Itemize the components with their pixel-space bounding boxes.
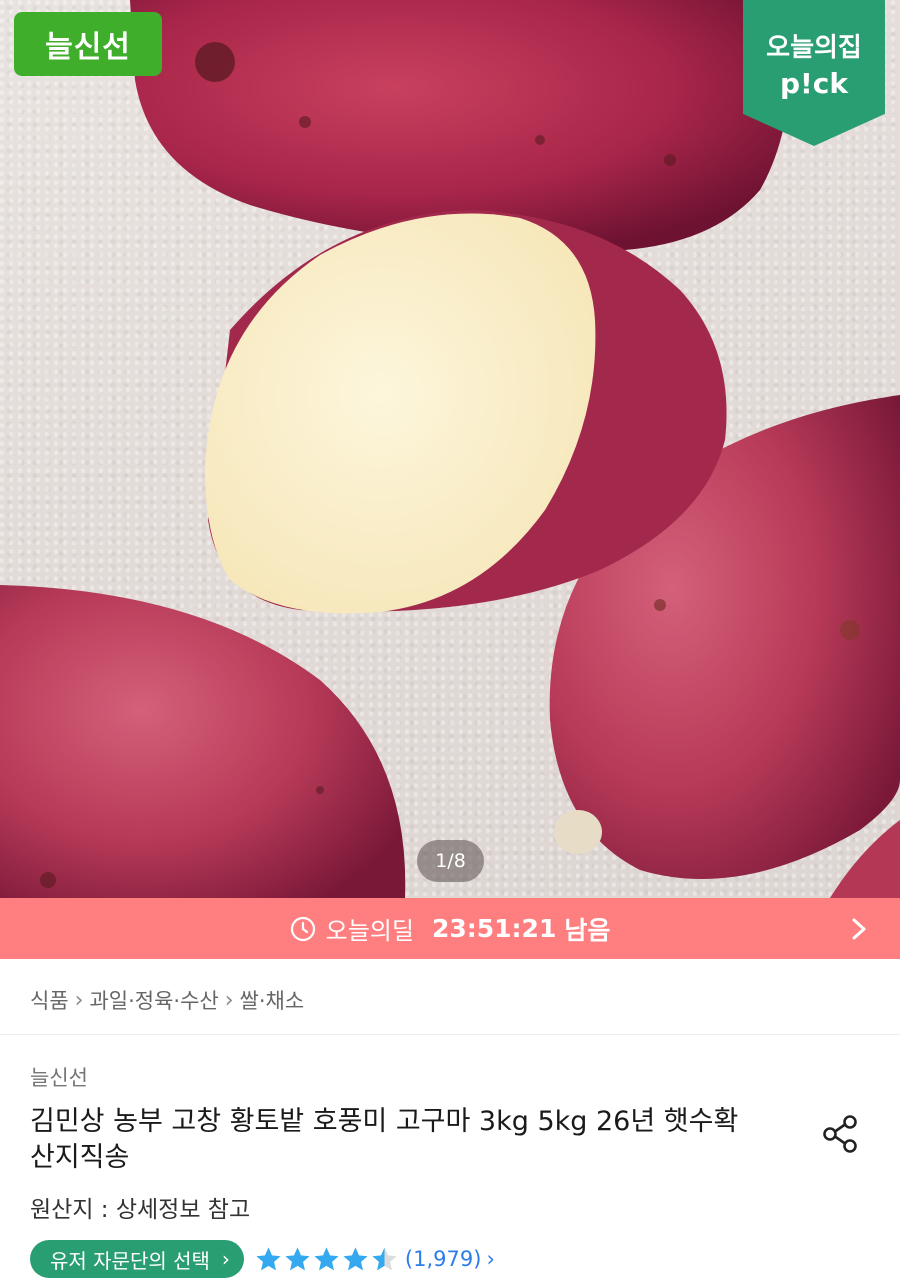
chevron-right-icon: › <box>221 1247 230 1271</box>
breadcrumb-separator-icon: › <box>224 987 234 1013</box>
pick-badge-line1: 오늘의집 <box>766 33 862 63</box>
origin-info: 원산지 : 상세정보 참고 <box>30 1197 251 1223</box>
star-rating[interactable] <box>254 1245 399 1274</box>
breadcrumb-item-food[interactable]: 식품 <box>30 985 69 1015</box>
section-divider <box>0 1034 900 1035</box>
breadcrumb-item-rice-vegetables[interactable]: 쌀·채소 <box>240 985 305 1015</box>
star-full-icon <box>256 1246 281 1270</box>
brand-badge: 늘신선 <box>14 12 162 76</box>
chevron-right-icon <box>852 918 866 940</box>
breadcrumb-item-fruit-meat-seafood[interactable]: 과일·정육·수산 <box>89 985 218 1015</box>
image-page-counter: 1/8 <box>417 840 484 882</box>
pick-badge-line2: p!ck <box>779 67 849 100</box>
star-half-icon <box>372 1246 397 1270</box>
rating-row: 유저 자문단의 선택 › (1,979) › <box>30 1240 495 1278</box>
sweet-potato-photo <box>0 0 900 898</box>
page-counter-text: 1/8 <box>435 850 466 872</box>
review-count[interactable]: (1,979) <box>405 1247 482 1271</box>
deal-countdown: 23:51:21 <box>431 914 557 943</box>
brand-name[interactable]: 늘신선 <box>30 1062 88 1092</box>
star-full-icon <box>343 1246 368 1270</box>
clock-icon <box>290 916 315 941</box>
chevron-right-icon[interactable]: › <box>486 1247 494 1271</box>
brand-badge-label: 늘신선 <box>45 30 131 65</box>
product-image-carousel[interactable]: 늘신선 오늘의집 p!ck 1/8 <box>0 0 900 898</box>
award-label: 유저 자문단의 선택 <box>50 1248 210 1273</box>
breadcrumb-separator-icon: › <box>74 987 84 1013</box>
user-panel-choice-badge[interactable]: 유저 자문단의 선택 › <box>30 1240 244 1278</box>
deal-label: 오늘의딜 <box>325 917 414 945</box>
today-deal-bar[interactable]: 오늘의딜 23:51:21 남음 <box>0 898 900 959</box>
star-full-icon <box>285 1246 310 1270</box>
share-icon[interactable] <box>820 1113 862 1155</box>
star-full-icon <box>314 1246 339 1270</box>
breadcrumb: 식품 › 과일·정육·수산 › 쌀·채소 <box>30 980 304 1020</box>
deal-remain-label: 남음 <box>564 915 611 945</box>
product-title: 김민상 농부 고창 황토밭 호풍미 고구마 3kg 5kg 26년 햇수확 산지… <box>30 1106 739 1173</box>
